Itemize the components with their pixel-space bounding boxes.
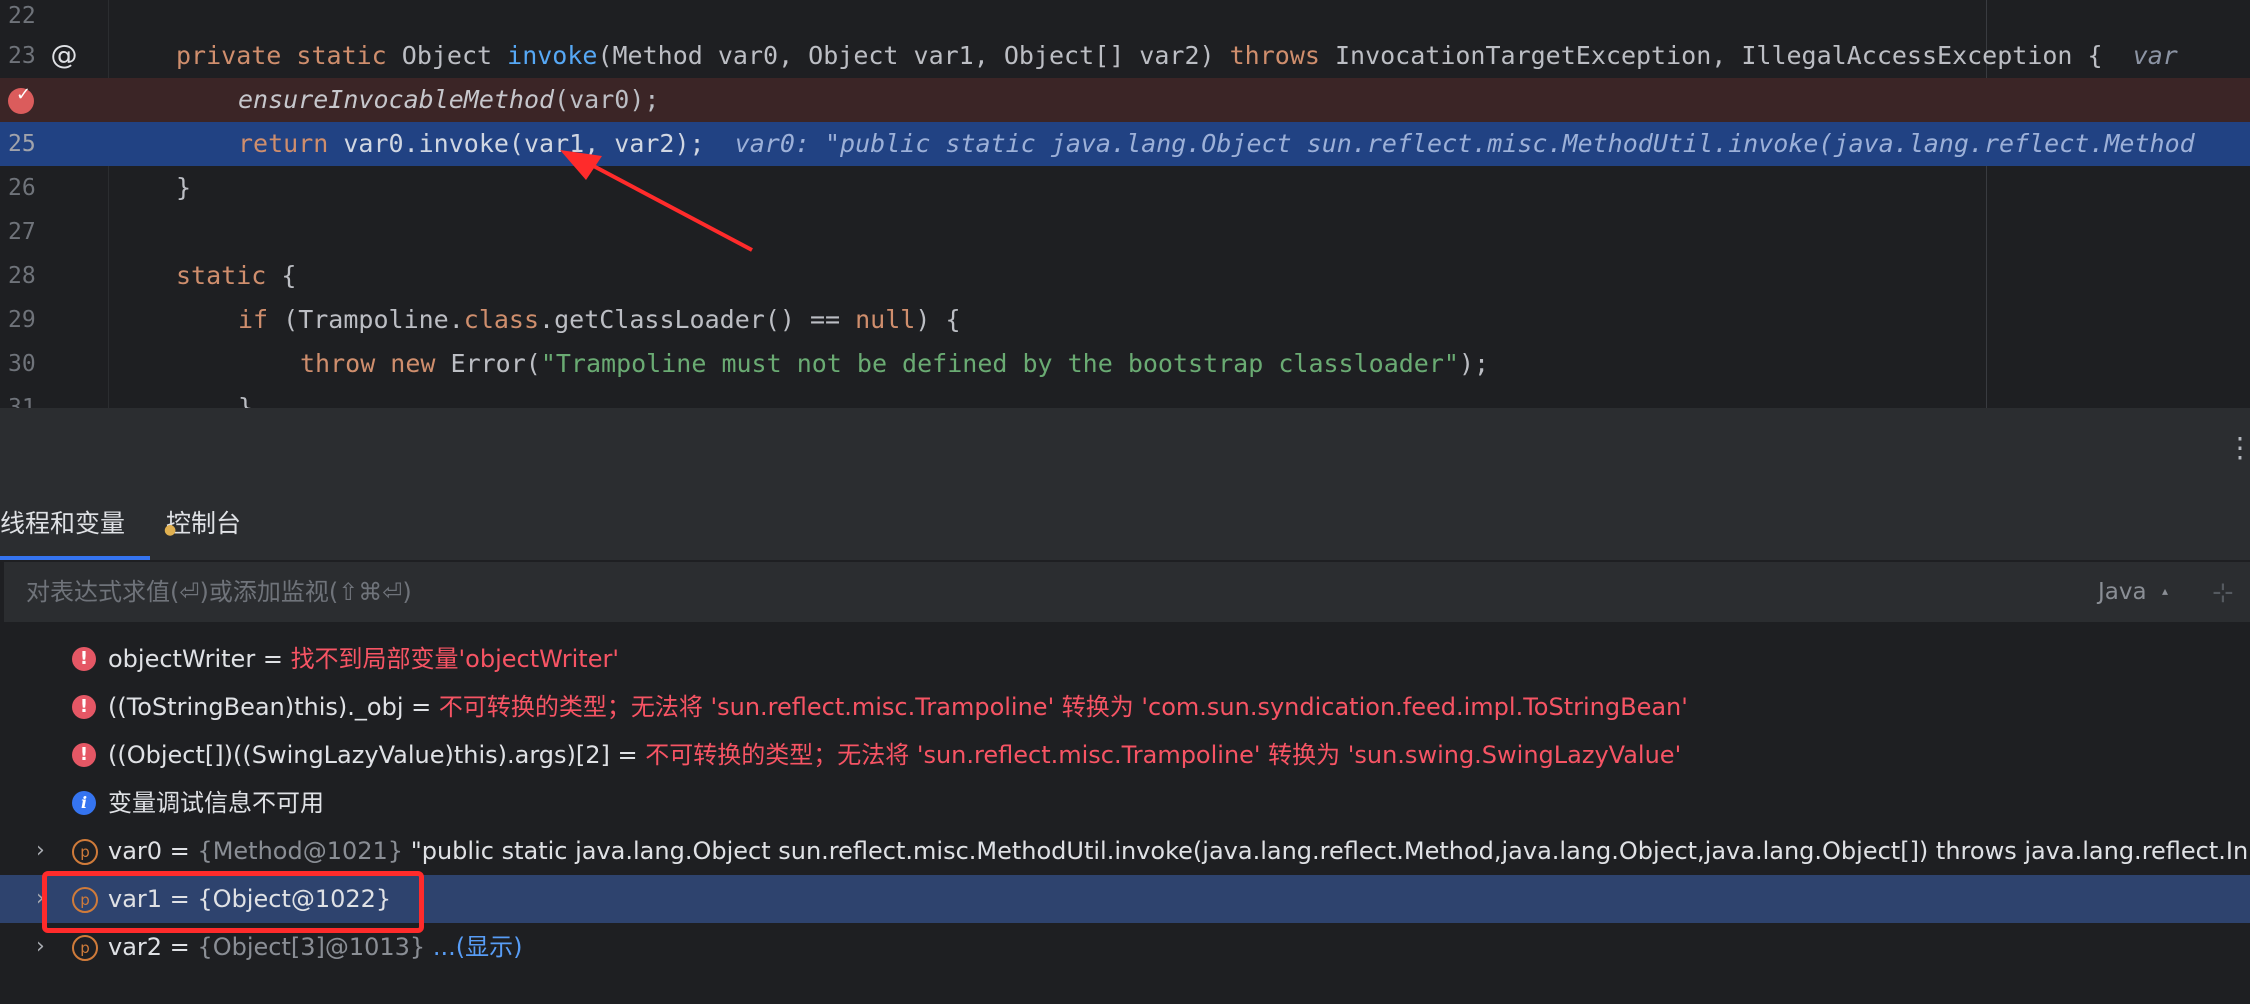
variable-name: ((Object[])((SwingLazyValue)this).args)[… — [108, 741, 646, 769]
code-text: static { — [176, 254, 296, 298]
variable-type: {Object[3]@1013} — [197, 933, 433, 961]
code-token: ) { — [915, 305, 961, 334]
line-number: 27 — [8, 219, 36, 245]
variable-name: objectWriter = — [108, 645, 291, 673]
debug-panel-header: ⋮ — [0, 408, 2250, 488]
line-number: 28 — [8, 263, 36, 289]
code-line[interactable]: 28 static { — [0, 254, 2250, 298]
code-token: "Trampoline must not be defined by the b… — [540, 349, 1459, 378]
evaluate-expression-input[interactable] — [26, 562, 1326, 622]
variable-text: ((ToStringBean)this)._obj = 不可转换的类型；无法将 … — [108, 683, 1688, 731]
info-message: 变量调试信息不可用 — [108, 789, 324, 817]
variable-row-info[interactable]: i 变量调试信息不可用 — [0, 779, 2250, 827]
code-token: ensureInvocableMethod — [238, 85, 555, 114]
code-line[interactable]: 27 — [0, 210, 2250, 254]
line-number: 30 — [8, 351, 36, 377]
console-icon: ● — [164, 522, 177, 538]
variable-text: ((Object[])((SwingLazyValue)this).args)[… — [108, 731, 1681, 779]
code-token: (Method var0, Object var1, Object[] var2… — [597, 41, 1230, 70]
tab-threads-variables[interactable]: 线程和变量 — [0, 488, 150, 560]
variable-row-error[interactable]: ! objectWriter = 找不到局部变量'objectWriter' — [0, 635, 2250, 683]
variable-row-error[interactable]: ! ((Object[])((SwingLazyValue)this).args… — [0, 731, 2250, 779]
code-line[interactable]: 29 if (Trampoline.class.getClassLoader()… — [0, 298, 2250, 342]
code-text: if (Trampoline.class.getClassLoader() ==… — [238, 298, 961, 342]
code-text: } — [238, 393, 254, 408]
error-icon: ! — [72, 647, 96, 671]
tab-console[interactable]: 控制台 — [166, 488, 241, 560]
code-token: (Trampoline. — [283, 305, 464, 334]
code-token: static — [176, 261, 282, 290]
error-icon: ! — [72, 743, 96, 767]
code-text: ensureInvocableMethod(var0); — [238, 78, 659, 122]
parameter-icon: p — [72, 935, 98, 961]
code-line-breakpoint[interactable]: ensureInvocableMethod(var0); — [0, 78, 2250, 122]
annotation-highlight-box — [42, 871, 424, 933]
error-icon: ! — [72, 695, 96, 719]
code-text: throw new Error("Trampoline must not be … — [300, 342, 1489, 386]
add-watch-icon[interactable]: ⊹ — [2212, 578, 2234, 608]
variable-name: var0 = — [108, 837, 198, 865]
variable-row-var0[interactable]: › p var0 = {Method@1021} "public static … — [0, 827, 2250, 875]
code-token: Error( — [450, 349, 541, 378]
code-line-execution-point[interactable]: 25 return var0.invoke(var1, var2); var0:… — [0, 122, 2250, 166]
inline-value-hint: var0: "public static java.lang.Object su… — [734, 129, 2195, 158]
inline-hint: var — [2132, 41, 2178, 70]
variables-tree[interactable]: ! objectWriter = 找不到局部变量'objectWriter' !… — [0, 624, 2250, 1004]
variable-value: "public static java.lang.Object sun.refl… — [410, 837, 2249, 865]
line-number: 22 — [8, 3, 36, 29]
code-token: return — [238, 129, 344, 158]
code-token: throws — [1229, 41, 1335, 70]
code-line[interactable]: 23 private static Object invoke(Method v… — [0, 34, 2250, 78]
error-message: 不可转换的类型；无法将 'sun.reflect.misc.Trampoline… — [438, 693, 1688, 721]
variable-text: objectWriter = 找不到局部变量'objectWriter' — [108, 635, 619, 683]
line-number: 25 — [8, 131, 36, 157]
code-token: throw new — [300, 349, 451, 378]
code-line[interactable]: 26 } — [0, 166, 2250, 210]
code-token: private static — [176, 41, 402, 70]
code-token: { — [281, 261, 297, 290]
code-line[interactable]: 22 — [0, 0, 2250, 38]
evaluate-expression-bar: Java ▴ ⊹ — [4, 562, 2250, 623]
code-token: class — [463, 305, 540, 334]
variable-type: {Method@1021} — [197, 837, 411, 865]
code-line[interactable]: 31 } — [0, 386, 2250, 408]
language-select[interactable]: Java — [2098, 562, 2147, 622]
more-options-icon[interactable]: ⋮ — [2226, 428, 2250, 468]
variable-name: ((ToStringBean)this)._obj = — [108, 693, 439, 721]
implements-marker-icon[interactable]: @ — [48, 40, 80, 72]
variable-text: var0 = {Method@1021} "public static java… — [108, 827, 2250, 875]
line-number: 23 — [8, 43, 36, 69]
caret-up-icon[interactable]: ▴ — [2162, 584, 2168, 598]
code-token: (var0); — [554, 85, 660, 114]
debug-tabbar: 线程和变量 控制台 — [0, 488, 2250, 561]
variable-row-error[interactable]: ! ((ToStringBean)this)._obj = 不可转换的类型；无法… — [0, 683, 2250, 731]
variable-name: var2 = — [108, 933, 198, 961]
code-token: ); — [1458, 349, 1490, 378]
code-token: if — [238, 305, 284, 334]
code-line[interactable]: 30 throw new Error("Trampoline must not … — [0, 342, 2250, 386]
code-text: return var0.invoke(var1, var2); var0: "p… — [238, 122, 2195, 166]
error-message: 不可转换的类型；无法将 'sun.reflect.misc.Trampoline… — [645, 741, 1682, 769]
code-token: null — [855, 305, 916, 334]
show-value-link[interactable]: ...(显示) — [433, 933, 523, 961]
line-number: 31 — [8, 395, 36, 408]
code-text: private static Object invoke(Method var0… — [176, 34, 2178, 78]
info-icon: i — [72, 791, 96, 815]
error-message: 找不到局部变量'objectWriter' — [290, 645, 619, 673]
code-text: } — [176, 173, 192, 202]
line-number: 29 — [8, 307, 36, 333]
expand-chevron-icon[interactable]: › — [36, 827, 45, 875]
code-token: InvocationTargetException, IllegalAccess… — [1334, 41, 2103, 70]
parameter-icon: p — [72, 839, 98, 865]
line-number: 26 — [8, 175, 36, 201]
code-token: Object — [401, 41, 508, 70]
code-token: invoke — [507, 41, 598, 70]
code-token: .getClassLoader() == — [539, 305, 856, 334]
code-editor[interactable]: 22 23 private static Object invoke(Metho… — [0, 0, 2250, 408]
annotation-arrow-icon — [560, 150, 753, 252]
breakpoint-icon[interactable] — [8, 84, 34, 114]
